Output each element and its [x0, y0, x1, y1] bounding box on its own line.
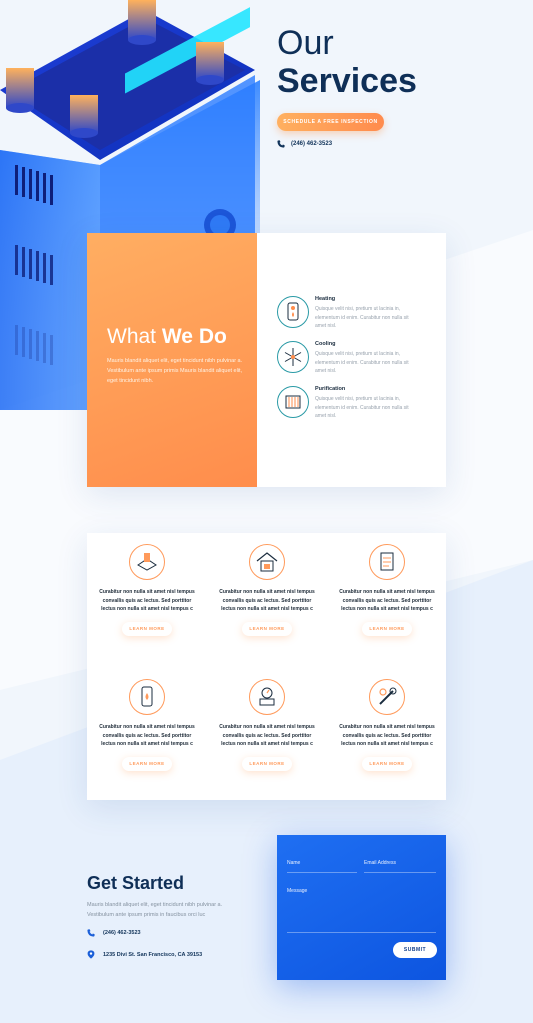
phone-icon	[277, 140, 285, 148]
learn-more-button[interactable]: LEARN MORE	[242, 622, 292, 636]
contact-address: 1235 Divi St. San Francisco, CA 39153	[87, 950, 202, 959]
submit-button[interactable]: SUBMIT	[393, 942, 437, 958]
location-pin-icon	[87, 950, 95, 959]
service-description: Quisque velit nisi, pretium ut lacinia i…	[315, 351, 409, 374]
air-vent-icon	[129, 544, 165, 580]
house-furnace-icon	[249, 544, 285, 580]
feature-text: Curabitur non nulla sit amet nisl tempus…	[339, 589, 435, 612]
get-started-description: Mauris blandit aliquet elit, eget tincid…	[87, 902, 223, 918]
feature-text: Curabitur non nulla sit amet nisl tempus…	[99, 724, 195, 747]
wrench-gear-icon	[369, 679, 405, 715]
phone-icon	[87, 929, 95, 937]
what-we-do-description: Mauris blandit aliquet elit, eget tincid…	[107, 358, 243, 384]
hero-title-line1: Our	[277, 24, 334, 62]
clipboard-checklist-icon	[369, 544, 405, 580]
service-name: Heating	[315, 296, 336, 302]
thermostat-gauge-icon	[249, 679, 285, 715]
hero-phone-number: (246) 462-3523	[291, 141, 333, 147]
message-field[interactable]	[287, 932, 436, 933]
service-name: Cooling	[315, 341, 336, 347]
email-field[interactable]	[364, 872, 436, 873]
learn-more-button[interactable]: LEARN MORE	[122, 622, 172, 636]
what-we-do-card: What We Do Mauris blandit aliquet elit, …	[87, 233, 446, 487]
service-name: Purification	[315, 386, 346, 392]
contact-address-text: 1235 Divi St. San Francisco, CA 39153	[103, 951, 203, 958]
hero-phone[interactable]: (246) 462-3523	[277, 140, 332, 148]
learn-more-button[interactable]: LEARN MORE	[122, 757, 172, 771]
contact-phone[interactable]: (246) 462-3523	[87, 929, 141, 937]
air-filter-icon	[277, 386, 309, 418]
learn-more-button[interactable]: LEARN MORE	[362, 757, 412, 771]
message-field-label: Message	[287, 888, 308, 894]
schedule-inspection-button[interactable]: SCHEDULE A FREE INSPECTION	[277, 113, 384, 131]
get-started-section: Get Started Mauris blandit aliquet elit,…	[87, 873, 247, 959]
name-field[interactable]	[287, 872, 357, 873]
feature-text: Curabitur non nulla sit amet nisl tempus…	[99, 589, 195, 612]
service-description: Quisque velit nisi, pretium ut lacinia i…	[315, 396, 409, 419]
name-field-label: Name	[287, 860, 301, 866]
learn-more-button[interactable]: LEARN MORE	[242, 757, 292, 771]
what-we-do-title: What We Do	[107, 325, 227, 348]
feature-text: Curabitur non nulla sit amet nisl tempus…	[339, 724, 435, 747]
features-grid: Curabitur non nulla sit amet nisl tempus…	[87, 533, 446, 800]
water-heater-icon	[277, 296, 309, 328]
what-we-do-panel: What We Do Mauris blandit aliquet elit, …	[87, 233, 257, 487]
boiler-icon	[129, 679, 165, 715]
get-started-title: Get Started	[87, 873, 185, 893]
feature-text: Curabitur non nulla sit amet nisl tempus…	[219, 589, 315, 612]
service-description: Quisque velit nisi, pretium ut lacinia i…	[315, 306, 409, 329]
hero-title-line2: Services	[277, 62, 417, 100]
learn-more-button[interactable]: LEARN MORE	[362, 622, 412, 636]
feature-text: Curabitur non nulla sit amet nisl tempus…	[219, 724, 315, 747]
snowflake-icon	[277, 341, 309, 373]
contact-form: Name Email Address Message SUBMIT	[277, 835, 446, 980]
contact-phone-number: (246) 462-3523	[103, 930, 141, 936]
email-field-label: Email Address	[364, 860, 396, 866]
hero-heading: Our Services	[277, 24, 417, 100]
